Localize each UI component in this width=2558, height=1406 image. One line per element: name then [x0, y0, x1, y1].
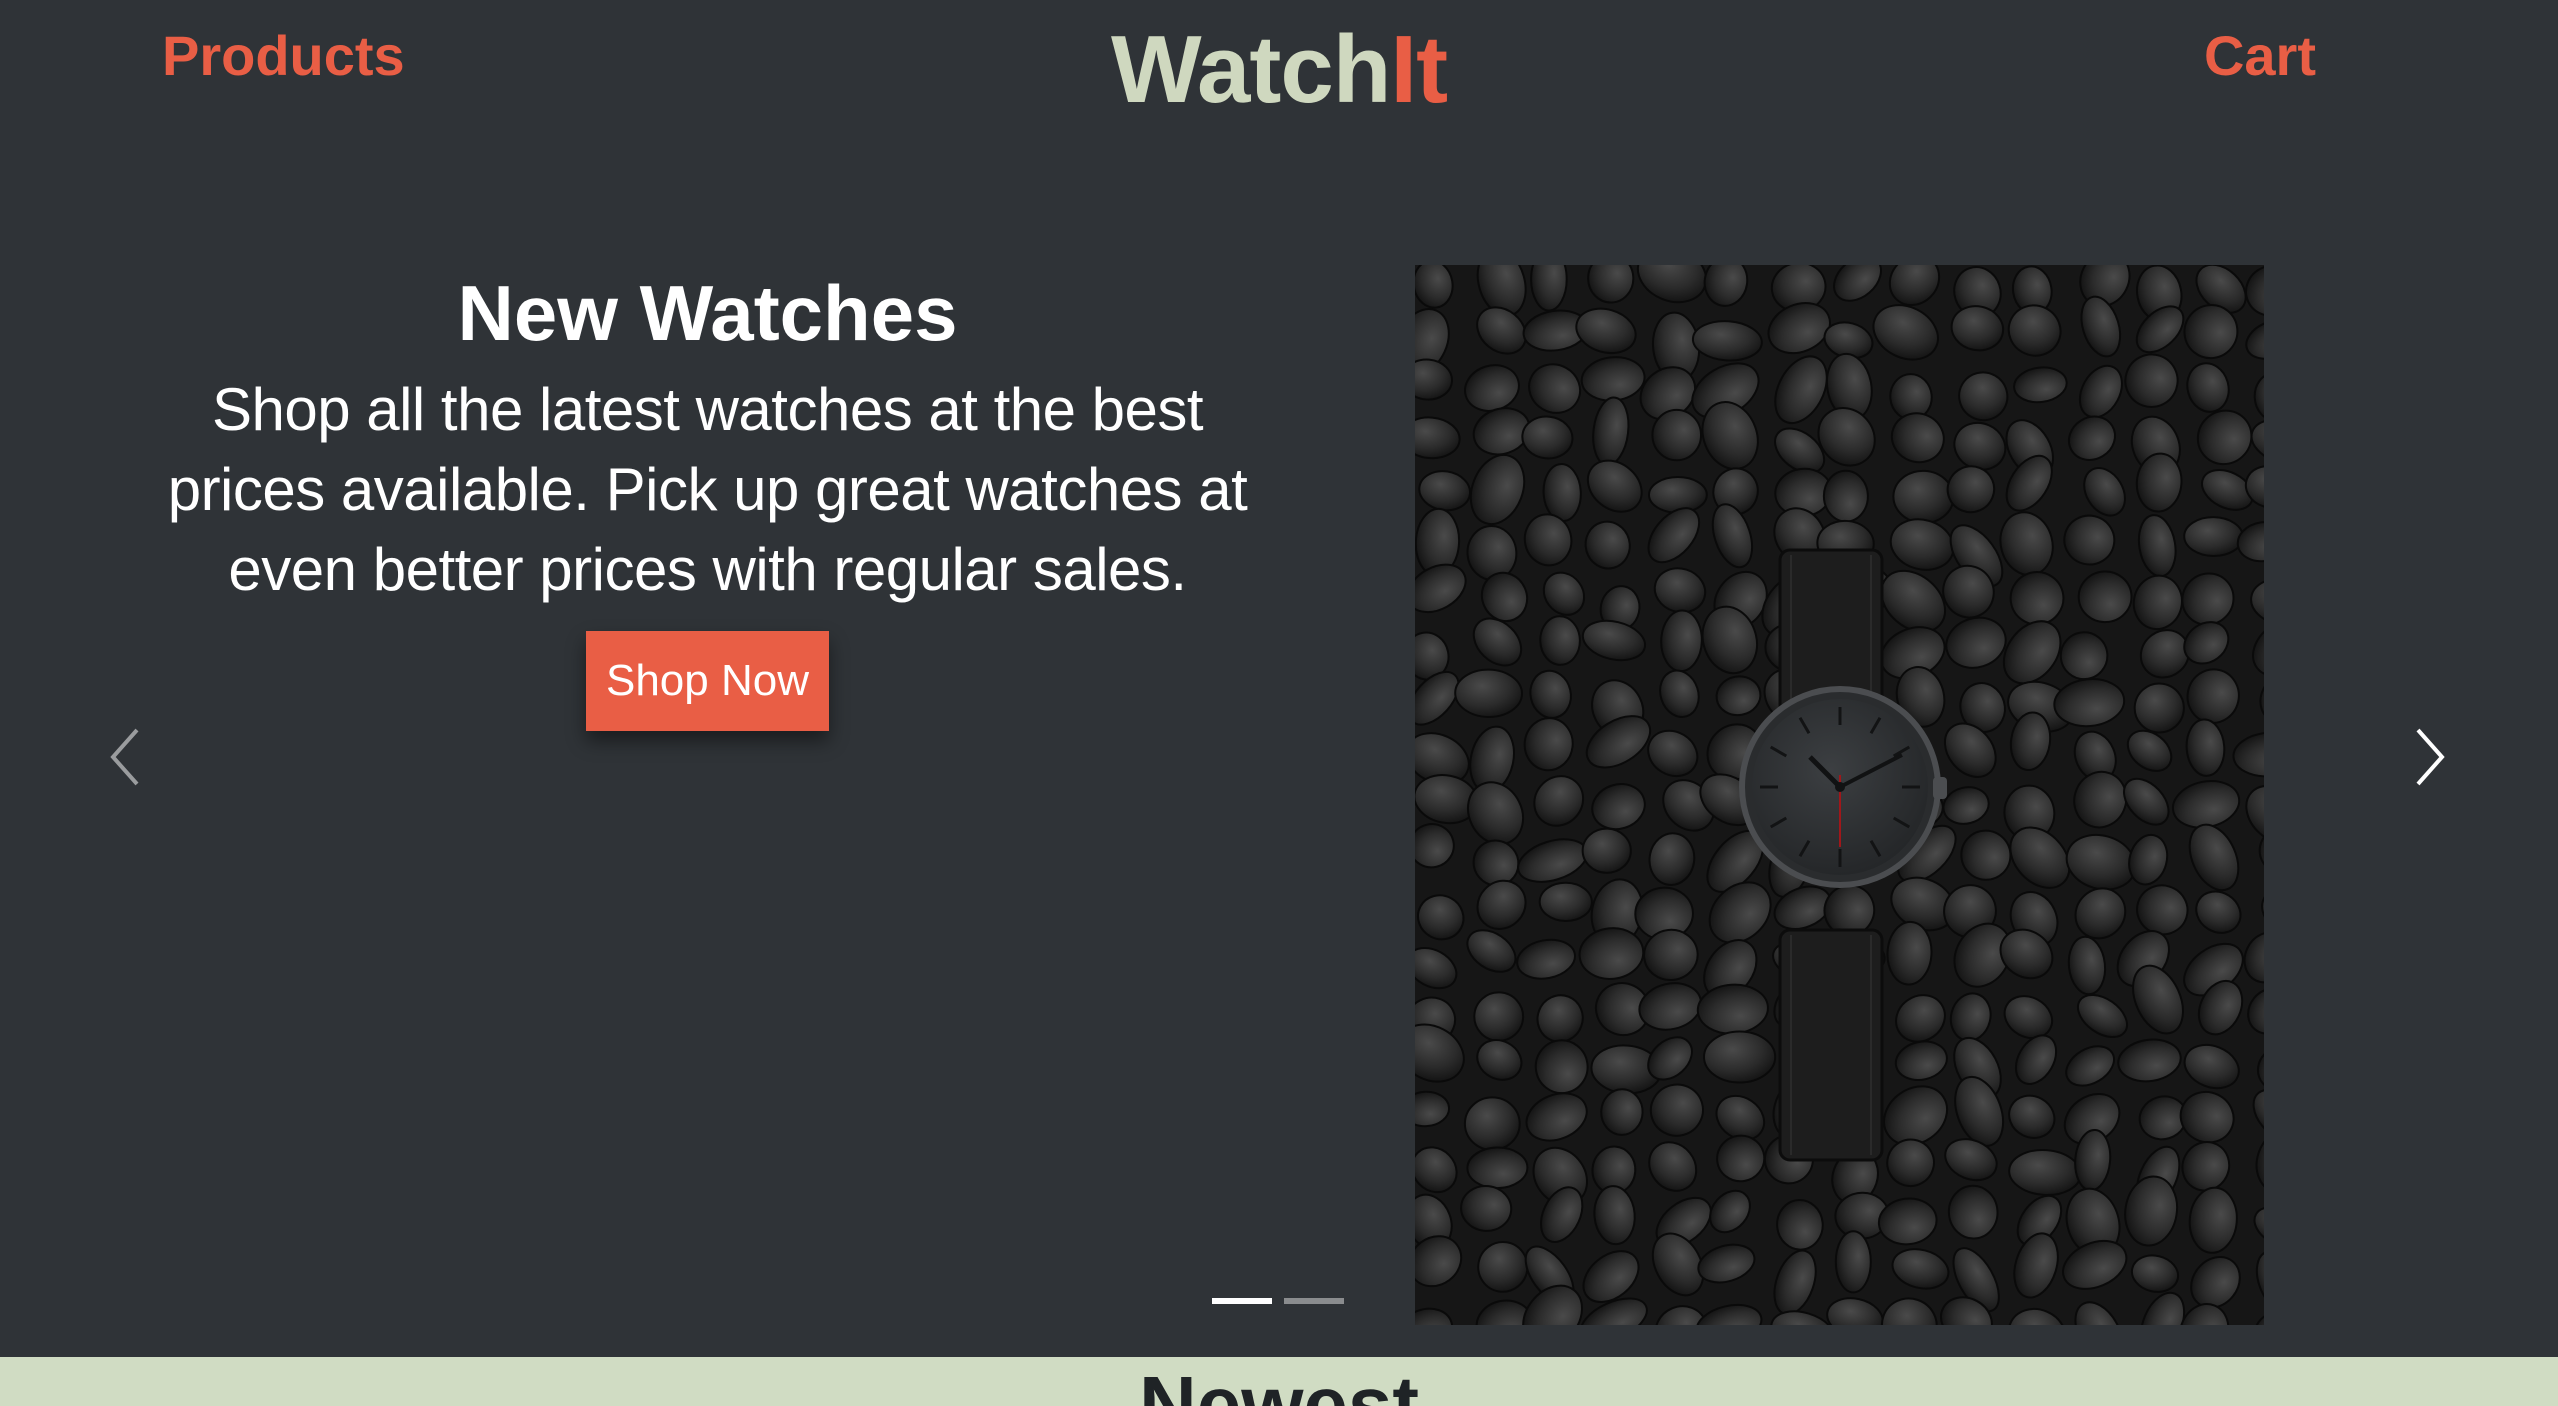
carousel-next-button[interactable] [2400, 722, 2460, 792]
carousel-prev-button[interactable] [95, 722, 155, 792]
page: Products WatchIt Cart New Watches Shop a… [0, 0, 2558, 1406]
carousel-indicator-1[interactable] [1212, 1298, 1272, 1304]
stone [1581, 827, 1632, 874]
stone [1454, 668, 1523, 718]
stone [1463, 1096, 1521, 1152]
stone [1660, 609, 1703, 673]
logo-part-it: It [1390, 16, 1448, 123]
newest-section: Newest [0, 1357, 2558, 1406]
nav-cart-link[interactable]: Cart [2204, 28, 2316, 84]
shop-now-button[interactable]: Shop Now [586, 631, 829, 731]
stone [1473, 991, 1525, 1042]
carousel-indicator-2[interactable] [1284, 1298, 1344, 1304]
stone [2183, 516, 2244, 557]
stone [1538, 881, 1593, 922]
hero-text-block: New Watches Shop all the latest watches … [150, 268, 1265, 610]
hero-description: Shop all the latest watches at the best … [167, 376, 1248, 603]
stone [1834, 1230, 1872, 1294]
stone [1822, 469, 1869, 523]
hero-image [1415, 265, 2264, 1325]
hero-title: New Watches [457, 269, 958, 357]
chevron-left-icon [110, 728, 139, 786]
logo-part-watch: Watch [1110, 16, 1391, 123]
stone [1651, 408, 1703, 462]
stone [1539, 615, 1581, 666]
stone [1648, 476, 1708, 514]
stones-background [1415, 265, 2264, 1325]
stone [1703, 1030, 1777, 1084]
stone [1600, 1088, 1644, 1136]
newest-title: Newest [1138, 1360, 1420, 1406]
site-logo[interactable]: WatchIt [0, 22, 2558, 118]
chevron-right-icon [2416, 728, 2445, 786]
stone [1466, 1146, 1529, 1190]
